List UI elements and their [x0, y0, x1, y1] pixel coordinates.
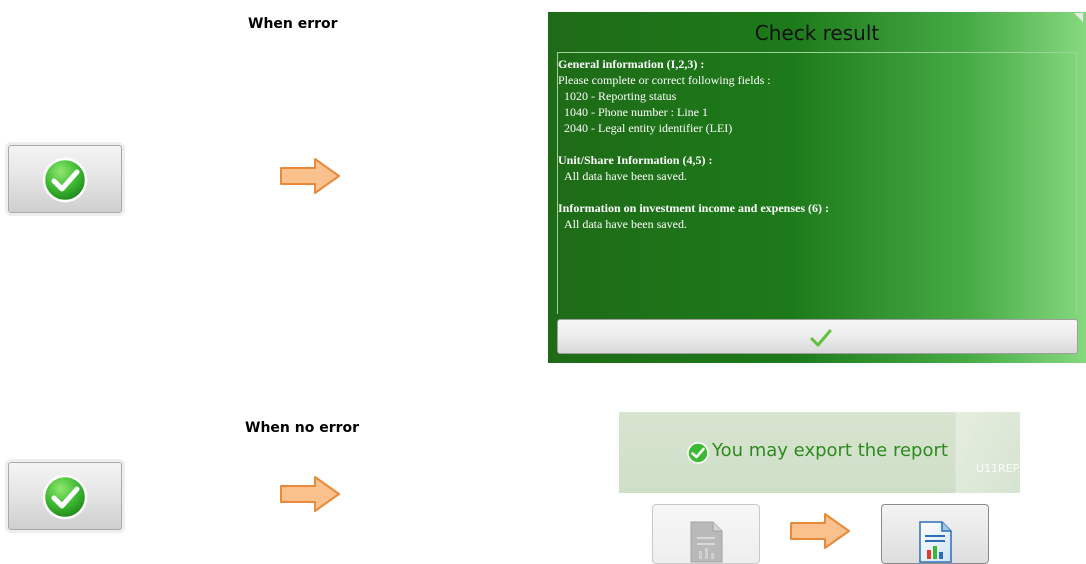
dialog-title: Check result	[754, 21, 880, 45]
heading-when-no-error: When no error	[245, 420, 360, 436]
status-item: All data have been saved.	[564, 169, 687, 183]
section-title-general: General information (I,2,3) :	[558, 57, 705, 71]
greyed-report-icon	[690, 521, 723, 563]
field-item: 1040 - Phone number : Line 1	[564, 105, 708, 119]
success-check-circle-icon	[687, 442, 709, 464]
status-item: All data have been saved.	[564, 217, 687, 231]
check-button-no-error-case[interactable]	[8, 462, 122, 530]
heading-when-error: When error	[248, 16, 338, 32]
dialog-message: General information (I,2,3) : Please com…	[558, 56, 1068, 232]
field-item: 2040 - Legal entity identifier (LEI)	[564, 121, 733, 135]
green-check-circle-icon	[42, 474, 88, 520]
section-title-unit-share: Unit/Share Information (4,5) :	[558, 153, 713, 167]
right-arrow-icon	[280, 476, 340, 512]
field-item: 1020 - Reporting status	[564, 89, 677, 103]
section-intro-general: Please complete or correct following fie…	[558, 73, 771, 87]
check-result-dialog: Check result General information (I,2,3)…	[548, 12, 1086, 363]
report-chart-icon	[919, 521, 952, 563]
export-message: You may export the report	[712, 440, 948, 461]
check-button-error-case[interactable]	[8, 145, 122, 213]
export-report-button-enabled[interactable]	[881, 504, 989, 564]
green-checkmark-icon	[810, 329, 832, 347]
right-arrow-icon	[790, 513, 850, 549]
export-status-bar: You may export the report U11REP	[619, 412, 1020, 493]
ok-button[interactable]	[557, 319, 1078, 354]
green-check-circle-icon	[42, 157, 88, 203]
export-report-button-disabled[interactable]	[652, 504, 760, 564]
section-title-investment: Information on investment income and exp…	[558, 201, 829, 215]
background-label: U11REP	[976, 462, 1020, 475]
right-arrow-icon	[280, 158, 340, 194]
